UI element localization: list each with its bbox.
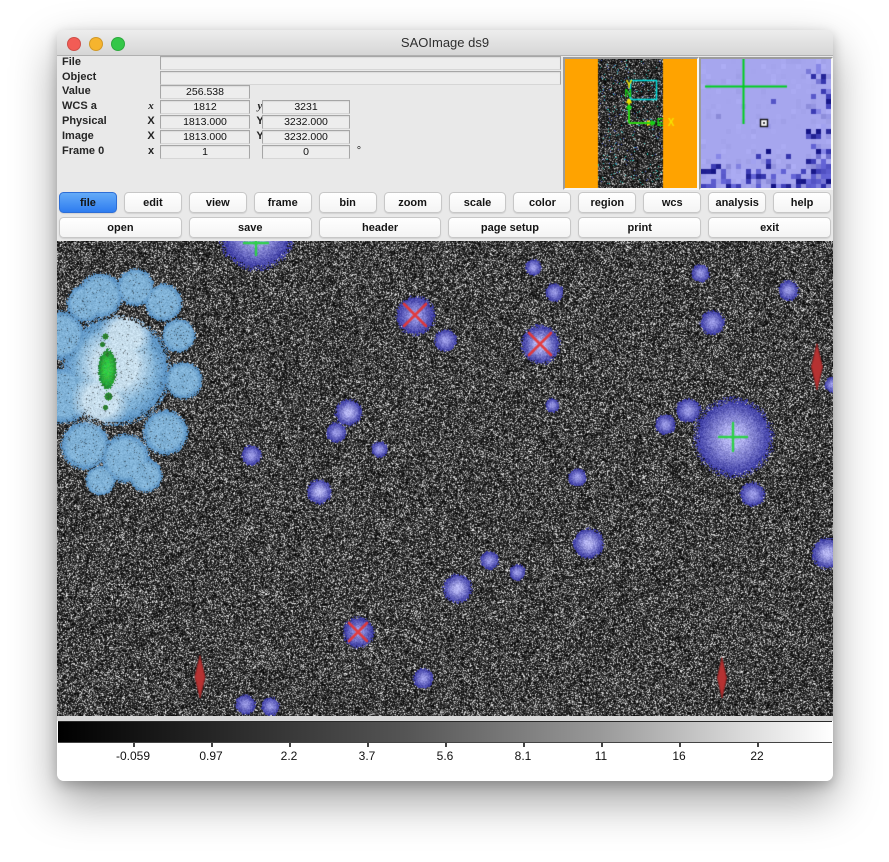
button-save[interactable]: save <box>189 217 312 238</box>
colorbar-tick <box>679 742 681 747</box>
object-label: Object <box>62 71 96 84</box>
colorbar-tick-label: -0.059 <box>116 749 150 763</box>
menu-help[interactable]: help <box>773 192 831 213</box>
image-display[interactable] <box>57 241 833 716</box>
colorbar-tick-label: 22 <box>750 749 763 763</box>
window-title: SAOImage ds9 <box>57 30 833 55</box>
colorbar-tick <box>211 742 213 747</box>
menu-file[interactable]: file <box>59 192 117 213</box>
maximize-button[interactable] <box>111 37 125 51</box>
image-label: Image <box>62 130 94 143</box>
menu-edit[interactable]: edit <box>124 192 182 213</box>
physical-x-field[interactable]: 1813.000 <box>160 115 250 129</box>
menu-scale[interactable]: scale <box>449 192 507 213</box>
button-print[interactable]: print <box>578 217 701 238</box>
frame-label: Frame 0 <box>62 145 104 158</box>
button-open[interactable]: open <box>59 217 182 238</box>
colorbar-tick <box>133 742 135 747</box>
degree-suffix: ° <box>354 145 364 158</box>
ds9-window: SAOImage ds9 File Object Value 256.538 W… <box>57 30 833 781</box>
file-field[interactable] <box>160 56 561 70</box>
wcs-x-field[interactable]: 1812 <box>160 100 250 114</box>
image-x-sublabel: X <box>144 130 158 143</box>
colorbar-tick <box>289 742 291 747</box>
physical-label: Physical <box>62 115 107 128</box>
colorbar-tick-label: 8.1 <box>515 749 532 763</box>
menu-wcs[interactable]: wcs <box>643 192 701 213</box>
menu-frame[interactable]: frame <box>254 192 312 213</box>
colorbar-tick <box>445 742 447 747</box>
minimize-button[interactable] <box>89 37 103 51</box>
wcs-x-sublabel: x <box>144 100 158 113</box>
menu-bin[interactable]: bin <box>319 192 377 213</box>
button-page-setup[interactable]: page setup <box>448 217 571 238</box>
colorbar-tick-label: 0.97 <box>199 749 222 763</box>
menu-region[interactable]: region <box>578 192 636 213</box>
menu-analysis[interactable]: analysis <box>708 192 766 213</box>
colorbar-tick <box>523 742 525 747</box>
value-field[interactable]: 256.538 <box>160 85 250 99</box>
colorbar-tick-label: 3.7 <box>359 749 376 763</box>
button-header[interactable]: header <box>319 217 442 238</box>
wcs-label: WCS a <box>62 100 97 113</box>
value-label: Value <box>62 85 91 98</box>
wcs-y-field[interactable]: 3231 <box>262 100 350 114</box>
menu-zoom[interactable]: zoom <box>384 192 442 213</box>
frame-x-sublabel: x <box>144 145 158 158</box>
colorbar[interactable] <box>58 721 832 743</box>
image-x-field[interactable]: 1813.000 <box>160 130 250 144</box>
button-exit[interactable]: exit <box>708 217 831 238</box>
colorbar-tick-label: 11 <box>595 749 607 763</box>
menu-view[interactable]: view <box>189 192 247 213</box>
colorbar-tick <box>367 742 369 747</box>
menu-color[interactable]: color <box>513 192 571 213</box>
title-bar[interactable]: SAOImage ds9 <box>57 30 833 56</box>
image-y-field[interactable]: 3232.000 <box>262 130 350 144</box>
frame-zoom-field[interactable]: 1 <box>160 145 250 159</box>
physical-x-sublabel: X <box>144 115 158 128</box>
close-button[interactable] <box>67 37 81 51</box>
menu-shortcut-bar: open save header page setup print exit <box>59 217 831 238</box>
physical-y-field[interactable]: 3232.000 <box>262 115 350 129</box>
panner[interactable] <box>563 57 699 190</box>
object-field[interactable] <box>160 71 561 85</box>
traffic-lights <box>67 37 125 51</box>
frame-rotate-field[interactable]: 0 <box>262 145 350 159</box>
colorbar-tick-label: 2.2 <box>281 749 298 763</box>
menu-bar: file edit view frame binzoom scale color region… <box>59 192 831 213</box>
file-label: File <box>62 56 81 69</box>
colorbar-tick-label: 16 <box>672 749 685 763</box>
colorbar-tick-label: 5.6 <box>437 749 454 763</box>
colorbar-tick <box>601 742 603 747</box>
colorbar-tick <box>757 742 759 747</box>
magnifier[interactable] <box>699 57 833 190</box>
